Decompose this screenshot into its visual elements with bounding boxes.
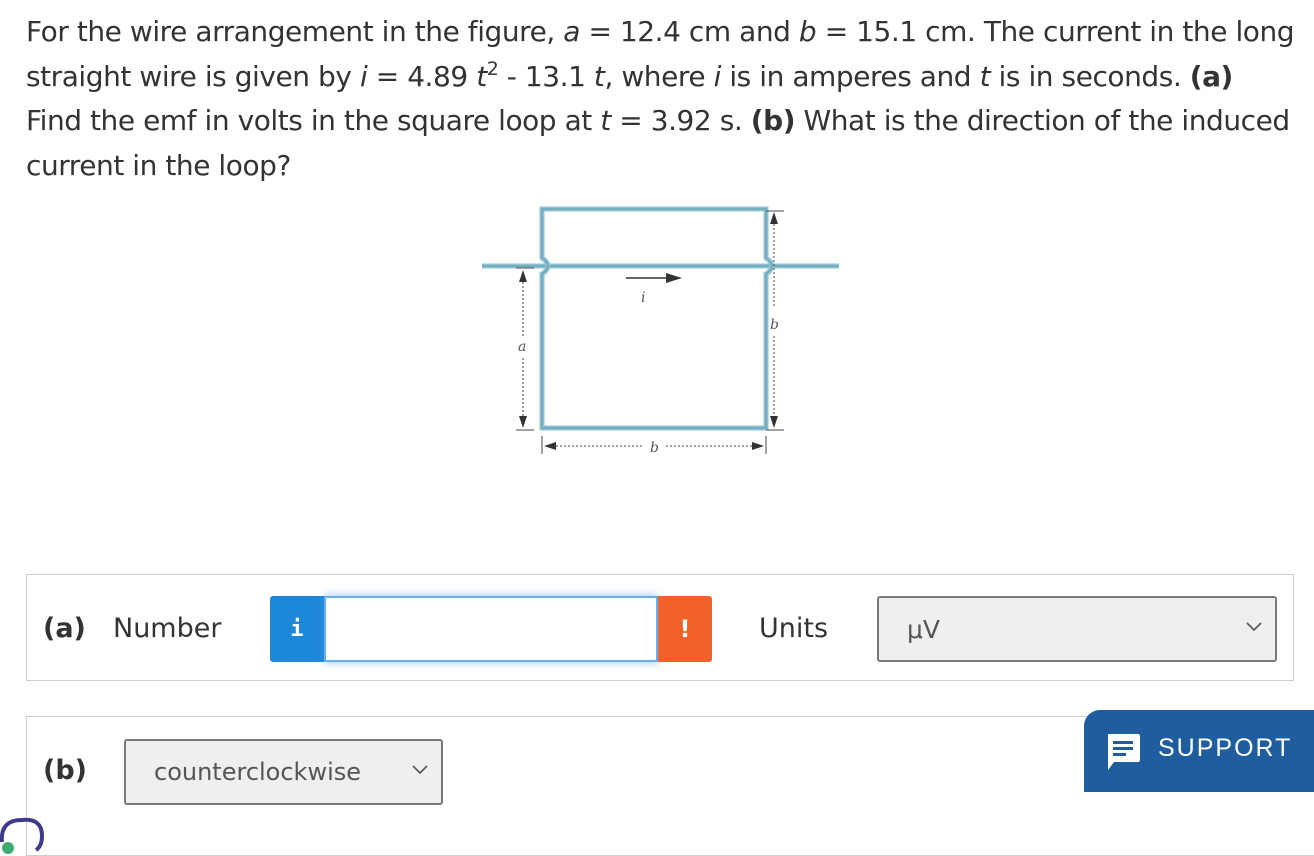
question-text: For the wire arrangement in the figure, … [26, 15, 1295, 182]
square-loop [539, 206, 775, 431]
wire-loop-diagram: i a b b [482, 206, 839, 456]
units-label: Units [759, 613, 829, 644]
part-a-tag: (a) [43, 613, 86, 644]
support-button[interactable]: SUPPORT [1084, 710, 1314, 792]
chevron-down-icon [412, 765, 428, 775]
direction-select[interactable]: counterclockwise [124, 739, 443, 805]
number-label: Number [113, 613, 222, 644]
chat-icon [1108, 734, 1140, 770]
warning-icon-glyph: ! [679, 615, 691, 643]
chevron-down-icon [1246, 622, 1262, 632]
label-b-bottom: b [650, 440, 659, 456]
assistant-bubble-icon[interactable] [0, 814, 50, 854]
label-b-right: b [770, 317, 779, 333]
label-i: i [641, 290, 645, 306]
info-icon-glyph: i [290, 616, 304, 642]
label-a: a [518, 339, 526, 355]
current-arrowhead [666, 273, 682, 283]
units-selected-value: μV [907, 614, 941, 644]
part-b-tag: (b) [43, 755, 88, 786]
warning-icon[interactable]: ! [658, 596, 712, 662]
info-icon[interactable]: i [270, 596, 324, 662]
units-select[interactable]: μV [877, 596, 1277, 662]
support-label: SUPPORT [1158, 734, 1293, 762]
number-input[interactable] [324, 596, 658, 662]
part-a-answer-row: (a) Number i ! Units μV [26, 574, 1294, 681]
direction-selected-value: counterclockwise [154, 758, 362, 786]
wire-loop-figure: i a b b [478, 198, 842, 468]
